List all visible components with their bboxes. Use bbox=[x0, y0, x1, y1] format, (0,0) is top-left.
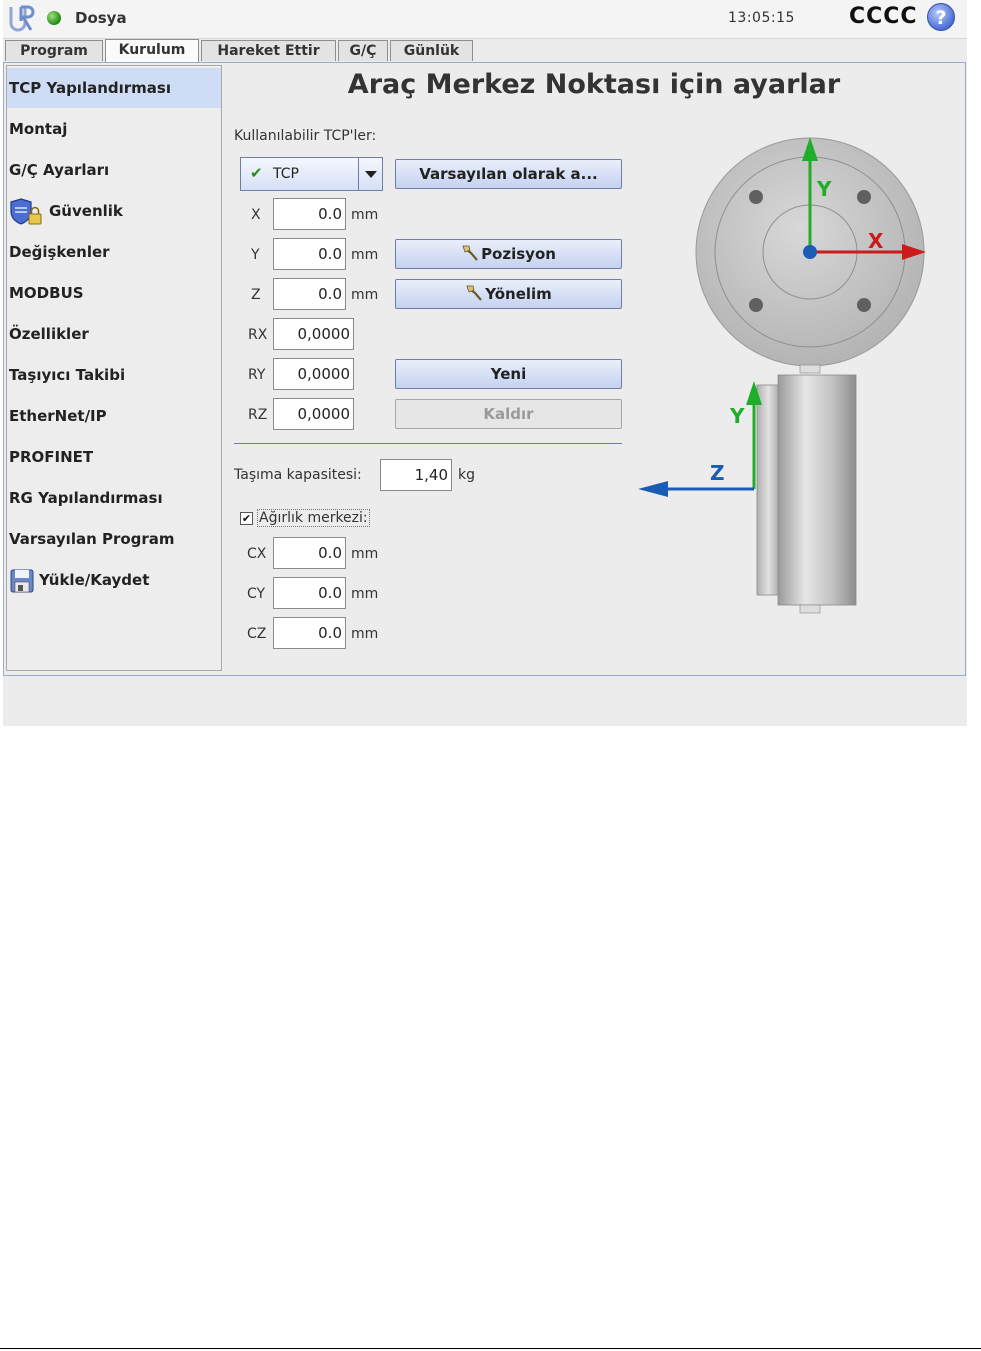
sidebar-item-label: RG Yapılandırması bbox=[9, 489, 163, 507]
orientation-button-label: Yönelim bbox=[485, 285, 552, 303]
flange-front-view: Y X bbox=[695, 137, 926, 374]
sidebar-item-label: Yükle/Kaydet bbox=[39, 571, 150, 589]
x-label: X bbox=[251, 207, 261, 223]
footer-bar bbox=[3, 676, 967, 726]
sidebar-item-safety[interactable]: Güvenlik bbox=[7, 191, 221, 231]
shield-lock-icon bbox=[10, 197, 42, 225]
sidebar: TCP Yapılandırması Montaj G/Ç Ayarları G… bbox=[6, 65, 222, 671]
cy-label: CY bbox=[247, 586, 266, 602]
payload-label: Taşıma kapasitesi: bbox=[234, 467, 362, 483]
tab-installation[interactable]: Kurulum bbox=[105, 39, 199, 62]
cz-label: CZ bbox=[247, 626, 267, 642]
robot-name: CCCC bbox=[849, 4, 918, 29]
sidebar-item-variables[interactable]: Değişkenler bbox=[7, 232, 221, 272]
front-x-axis-label: X bbox=[868, 229, 884, 253]
wrench-icon bbox=[462, 245, 478, 261]
set-default-button[interactable]: Varsayılan olarak a... bbox=[395, 159, 622, 189]
sidebar-item-io-setup[interactable]: G/Ç Ayarları bbox=[7, 150, 221, 190]
payload-input[interactable]: 1,40 bbox=[380, 459, 452, 491]
sidebar-item-label: Montaj bbox=[9, 120, 68, 138]
cog-label[interactable]: Ağırlık merkezi: bbox=[257, 509, 370, 527]
sidebar-item-label: EtherNet/IP bbox=[9, 407, 107, 425]
tcp-z-input[interactable]: 0.0 bbox=[273, 278, 346, 310]
sidebar-item-profinet[interactable]: PROFINET bbox=[7, 437, 221, 477]
page-bottom-rule bbox=[0, 1348, 981, 1349]
x-unit: mm bbox=[351, 207, 379, 223]
cog-cy-input[interactable]: 0.0 bbox=[273, 577, 346, 609]
chevron-down-icon[interactable] bbox=[358, 158, 382, 190]
sidebar-item-label: Varsayılan Program bbox=[9, 530, 175, 548]
tcp-x-input[interactable]: 0.0 bbox=[273, 198, 346, 230]
sidebar-item-conveyor-tracking[interactable]: Taşıyıcı Takibi bbox=[7, 355, 221, 395]
clock: 13:05:15 bbox=[728, 10, 795, 26]
sidebar-item-label: TCP Yapılandırması bbox=[9, 79, 171, 97]
tcp-y-input[interactable]: 0.0 bbox=[273, 238, 346, 270]
sidebar-item-label: Güvenlik bbox=[49, 202, 123, 220]
orientation-button[interactable]: Yönelim bbox=[395, 279, 622, 309]
sidebar-item-label: Taşıyıcı Takibi bbox=[9, 366, 126, 384]
sidebar-item-label: Özellikler bbox=[9, 325, 89, 343]
front-y-axis-label: Y bbox=[816, 177, 832, 201]
sidebar-item-tcp[interactable]: TCP Yapılandırması bbox=[7, 68, 221, 108]
cog-checkbox[interactable]: ✔ bbox=[240, 512, 253, 525]
flange-side-view: Y Z bbox=[638, 374, 857, 614]
remove-tcp-button[interactable]: Kaldır bbox=[395, 399, 622, 429]
side-y-axis-label: Y bbox=[729, 404, 745, 428]
sidebar-item-rg-config[interactable]: RG Yapılandırması bbox=[7, 478, 221, 518]
check-icon: ✔ bbox=[250, 164, 263, 182]
rz-label: RZ bbox=[248, 407, 268, 423]
tcp-select-value: TCP bbox=[273, 166, 299, 182]
sidebar-item-default-program[interactable]: Varsayılan Program bbox=[7, 519, 221, 559]
sidebar-item-label: Değişkenler bbox=[9, 243, 110, 261]
help-icon[interactable]: ? bbox=[927, 3, 955, 31]
y-label: Y bbox=[251, 247, 260, 263]
sidebar-item-label: PROFINET bbox=[9, 448, 94, 466]
tab-program[interactable]: Program bbox=[5, 40, 103, 61]
z-unit: mm bbox=[351, 287, 379, 303]
sidebar-item-features[interactable]: Özellikler bbox=[7, 314, 221, 354]
position-button[interactable]: Pozisyon bbox=[395, 239, 622, 269]
rx-label: RX bbox=[248, 327, 268, 343]
sidebar-item-modbus[interactable]: MODBUS bbox=[7, 273, 221, 313]
new-tcp-button[interactable]: Yeni bbox=[395, 359, 622, 389]
tab-io[interactable]: G/Ç bbox=[338, 40, 388, 61]
sidebar-item-label: MODBUS bbox=[9, 284, 84, 302]
tcp-settings-panel: Araç Merkez Noktası için ayarlar Kullanı… bbox=[224, 63, 964, 675]
cx-label: CX bbox=[247, 546, 267, 562]
content-frame: TCP Yapılandırması Montaj G/Ç Ayarları G… bbox=[3, 62, 966, 676]
app-window: Dosya 13:05:15 CCCC ? Program Kurulum Ha… bbox=[3, 0, 967, 726]
cz-unit: mm bbox=[351, 626, 379, 642]
floppy-disk-icon bbox=[10, 569, 34, 592]
cog-cx-input[interactable]: 0.0 bbox=[273, 537, 346, 569]
y-unit: mm bbox=[351, 247, 379, 263]
tab-log[interactable]: Günlük bbox=[390, 40, 473, 61]
sidebar-item-ethernet-ip[interactable]: EtherNet/IP bbox=[7, 396, 221, 436]
tool-flange-diagram: Y X Y Z bbox=[638, 137, 926, 614]
tcp-rx-input[interactable]: 0,0000 bbox=[273, 318, 354, 350]
position-button-label: Pozisyon bbox=[481, 245, 556, 263]
sidebar-item-load-save[interactable]: Yükle/Kaydet bbox=[7, 560, 221, 600]
robot-status-icon bbox=[47, 11, 61, 25]
sidebar-item-mounting[interactable]: Montaj bbox=[7, 109, 221, 149]
wrench-icon bbox=[466, 285, 483, 301]
file-menu[interactable]: Dosya bbox=[75, 9, 127, 27]
ur-logo-icon bbox=[9, 5, 35, 32]
cx-unit: mm bbox=[351, 546, 379, 562]
payload-unit: kg bbox=[458, 467, 475, 483]
tab-move[interactable]: Hareket Ettir bbox=[201, 40, 336, 61]
z-label: Z bbox=[251, 287, 261, 303]
ry-label: RY bbox=[248, 367, 266, 383]
sidebar-item-label: G/Ç Ayarları bbox=[9, 161, 110, 179]
tcp-ry-input[interactable]: 0,0000 bbox=[273, 358, 354, 390]
available-tcps-label: Kullanılabilir TCP'ler: bbox=[234, 128, 377, 144]
cog-cz-input[interactable]: 0.0 bbox=[273, 617, 346, 649]
top-bar: Dosya 13:05:15 CCCC ? bbox=[3, 0, 967, 39]
tcp-rz-input[interactable]: 0,0000 bbox=[273, 398, 354, 430]
divider bbox=[234, 443, 622, 444]
page-title: Araç Merkez Noktası için ayarlar bbox=[347, 69, 841, 100]
side-z-axis-label: Z bbox=[710, 461, 725, 485]
cy-unit: mm bbox=[351, 586, 379, 602]
tcp-select[interactable]: ✔ TCP bbox=[240, 157, 383, 191]
